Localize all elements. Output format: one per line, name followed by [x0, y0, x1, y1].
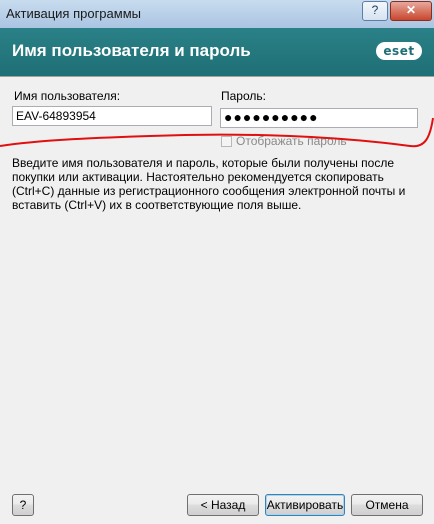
window-title: Активация программы [6, 6, 141, 21]
eset-logo: eset [376, 42, 422, 60]
show-password-option[interactable]: Отображать пароль [221, 134, 347, 150]
header-divider [0, 76, 434, 77]
activate-button[interactable]: Активировать [265, 494, 345, 516]
header-banner: Имя пользователя и пароль eset [0, 28, 434, 76]
close-button[interactable]: ✕ [390, 1, 432, 21]
show-password-label: Отображать пароль [236, 134, 347, 148]
show-password-checkbox[interactable] [221, 136, 232, 147]
password-field[interactable] [220, 108, 418, 128]
back-button[interactable]: < Назад [187, 494, 259, 516]
window-titlebar: Активация программы ? ✕ [0, 0, 434, 29]
red-annotation-scribble [0, 117, 434, 148]
page-title: Имя пользователя и пароль [12, 41, 251, 60]
help-button[interactable]: ? [12, 494, 34, 516]
username-field[interactable] [12, 106, 212, 126]
cancel-button[interactable]: Отмена [351, 494, 423, 516]
password-label: Пароль: [221, 89, 266, 103]
username-label: Имя пользователя: [14, 89, 121, 103]
titlebar-help-button[interactable]: ? [362, 1, 388, 21]
instructions-text: Введите имя пользователя и пароль, котор… [12, 156, 406, 212]
